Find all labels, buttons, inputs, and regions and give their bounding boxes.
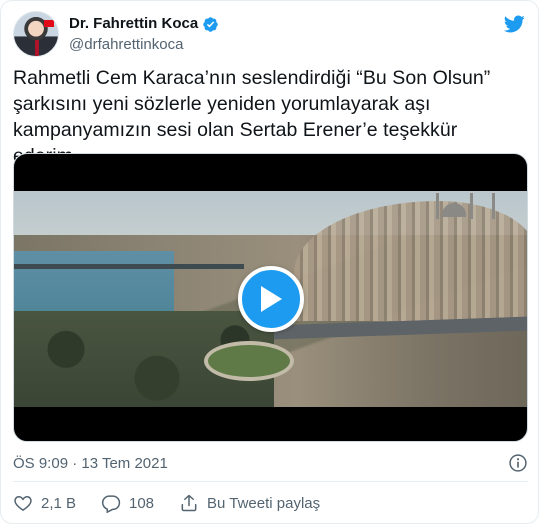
flag-pin bbox=[44, 20, 54, 27]
info-icon[interactable] bbox=[508, 453, 528, 473]
author-display-name: Dr. Fahrettin Koca bbox=[69, 15, 199, 32]
share-icon bbox=[181, 494, 197, 512]
play-icon bbox=[261, 286, 282, 312]
author-names[interactable]: Dr. Fahrettin Koca @drfahrettinkoca bbox=[69, 15, 219, 54]
reply-button[interactable]: 108 bbox=[101, 491, 154, 515]
like-button[interactable]: 2,1 B bbox=[13, 491, 76, 515]
reply-count: 108 bbox=[129, 494, 155, 512]
share-label: Bu Tweeti paylaş bbox=[207, 494, 321, 512]
author-handle: @drfahrettinkoca bbox=[69, 36, 184, 53]
thumbnail-roundabout bbox=[204, 341, 294, 381]
twitter-bird-icon[interactable] bbox=[502, 13, 526, 35]
author-display-name-row: Dr. Fahrettin Koca bbox=[69, 15, 219, 33]
share-button[interactable]: Bu Tweeti paylaş bbox=[179, 491, 320, 515]
thumbnail-bridge bbox=[14, 264, 244, 269]
tie bbox=[35, 40, 39, 56]
reply-icon bbox=[101, 495, 121, 513]
heart-icon bbox=[14, 495, 32, 511]
divider bbox=[13, 481, 528, 482]
mosque-minaret bbox=[436, 193, 439, 219]
mosque-minaret bbox=[470, 193, 473, 219]
tweet-header: Dr. Fahrettin Koca @drfahrettinkoca bbox=[13, 11, 526, 57]
mosque-minaret bbox=[492, 193, 495, 219]
verified-badge-icon bbox=[203, 16, 218, 32]
play-button[interactable] bbox=[238, 266, 304, 332]
tweet-actions: 2,1 B 108 Bu Tweeti paylaş bbox=[13, 491, 528, 515]
avatar[interactable] bbox=[13, 11, 59, 57]
tweet-embed-card: Dr. Fahrettin Koca @drfahrettinkoca Rahm… bbox=[0, 0, 539, 524]
like-count: 2,1 B bbox=[41, 494, 77, 512]
video-player[interactable] bbox=[13, 153, 528, 442]
tweet-meta: ÖS 9:09 · 13 Tem 2021 bbox=[13, 453, 528, 473]
tweet-timestamp[interactable]: ÖS 9:09 · 13 Tem 2021 bbox=[13, 455, 168, 472]
